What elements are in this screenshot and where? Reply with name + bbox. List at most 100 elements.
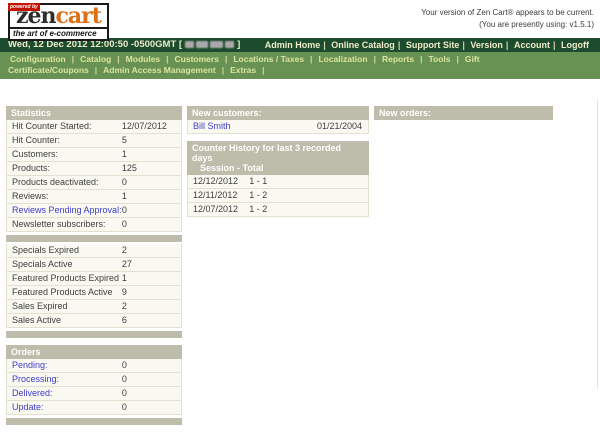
admin-dashboard: powered by zencart the art of e-commerce… xyxy=(0,0,600,443)
stat-label: Products: xyxy=(12,163,50,173)
counter-date: 12/12/2012 xyxy=(193,176,238,186)
order-row: Delivered:0 xyxy=(6,387,182,401)
datetime-text: Wed, 12 Dec 2012 12:00:50 -0500GMT xyxy=(8,40,176,51)
header-link-support-site[interactable]: Support Site xyxy=(406,40,460,50)
menu-separator: | xyxy=(166,54,168,64)
stat-row: Products deactivated:0 xyxy=(6,176,182,190)
counter-history-heading: Counter History for last 3 recorded days… xyxy=(187,141,369,175)
section-divider-bar xyxy=(6,235,182,242)
stat-row: Hit Counter Started: 12/07/2012 xyxy=(6,120,182,134)
customer-row: Bill Smith 01/21/2004 xyxy=(187,120,369,134)
orders-processing-link[interactable]: Processing: xyxy=(12,374,59,384)
new-customers-heading: New customers: xyxy=(187,106,369,120)
header-separator: | xyxy=(553,40,556,50)
stat-label: Specials Expired xyxy=(12,245,79,255)
stat-value: 0 xyxy=(122,206,127,215)
stat-label: Featured Products Active xyxy=(12,287,113,297)
counter-session-total: 1 - 2 xyxy=(249,205,267,214)
menu-item-locations-taxes[interactable]: Locations / Taxes xyxy=(233,54,304,64)
header-separator: | xyxy=(462,40,465,50)
menu-item-localization[interactable]: Localization xyxy=(318,54,367,64)
order-count: 0 xyxy=(122,361,127,370)
stat-value: 27 xyxy=(122,260,132,269)
stat-value: 1 xyxy=(122,274,127,283)
menu-item-extras[interactable]: Extras xyxy=(230,65,256,75)
menu-item-configuration[interactable]: Configuration xyxy=(10,54,66,64)
menu-item-customers[interactable]: Customers xyxy=(175,54,219,64)
new-orders-heading: New orders: xyxy=(374,106,553,120)
orders-pending-link[interactable]: Pending: xyxy=(12,360,48,370)
new-orders-box: New orders: xyxy=(374,106,553,120)
datetime-display: Wed, 12 Dec 2012 12:00:50 -0500GMT [] xyxy=(8,39,240,50)
content-right-border xyxy=(597,100,598,388)
statistics-column: Statistics Hit Counter Started: 12/07/201… xyxy=(6,106,182,432)
menu-item-catalog[interactable]: Catalog xyxy=(80,54,111,64)
order-row: Pending: 0 xyxy=(6,359,182,373)
header-separator: | xyxy=(506,40,509,50)
header-link-online-catalog[interactable]: Online Catalog xyxy=(331,40,395,50)
stat-value: 5 xyxy=(122,136,127,145)
counter-row: 12/11/20121 - 2 xyxy=(187,189,369,203)
menu-item-reports[interactable]: Reports xyxy=(382,54,414,64)
counter-row: 12/07/2012 1 - 2 xyxy=(187,203,369,217)
stat-value: 0 xyxy=(122,178,127,187)
menu-separator: | xyxy=(262,65,264,75)
header-link-account[interactable]: Account xyxy=(514,40,550,50)
stat-value: 1 xyxy=(122,150,127,159)
header-link-admin-home[interactable]: Admin Home xyxy=(265,40,321,50)
menu-separator: | xyxy=(457,54,459,64)
stat-label: Hit Counter Started: xyxy=(12,121,92,131)
menu-item-tools[interactable]: Tools xyxy=(428,54,450,64)
counter-date: 12/07/2012 xyxy=(193,204,238,214)
header-separator: | xyxy=(398,40,401,50)
stat-value: 1 xyxy=(122,192,127,201)
stat-value: 2 xyxy=(122,302,127,311)
reviews-pending-approval-link[interactable]: Reviews Pending Approval: xyxy=(12,205,122,215)
stat-label: Featured Products Expired xyxy=(12,273,119,283)
orders-box: Orders Pending: 0 Processing: 0 Delivered:… xyxy=(6,345,182,425)
counter-row: 12/12/20121 - 1 xyxy=(187,175,369,189)
menu-separator: | xyxy=(117,54,119,64)
stat-row: Customers:1 xyxy=(6,148,182,162)
top-bar: powered by zencart the art of e-commerce… xyxy=(0,0,600,38)
menu-separator: | xyxy=(310,54,312,64)
order-count: 0 xyxy=(122,375,127,384)
version-notice-line1: Your version of Zen Cart® appears to be … xyxy=(421,7,594,19)
stat-label: Sales Active xyxy=(12,315,61,325)
header-link-logoff[interactable]: Logoff xyxy=(561,40,589,50)
stat-row: Newsletter subscribers:0 xyxy=(6,218,182,232)
bracket-open: [ xyxy=(179,40,182,51)
stat-value: 6 xyxy=(122,316,127,325)
menu-separator: | xyxy=(72,54,74,64)
orders-delivered-link[interactable]: Delivered: xyxy=(12,388,53,398)
logo-cart: cart xyxy=(56,3,101,29)
counter-history-box: Counter History for last 3 recorded days… xyxy=(187,141,369,217)
header-separator: | xyxy=(323,40,326,50)
stat-row: Featured Products Active9 xyxy=(6,286,182,300)
stat-label: Reviews: xyxy=(12,191,49,201)
stat-row: Reviews Pending Approval:0 xyxy=(6,204,182,218)
stat-label: Newsletter subscribers: xyxy=(12,219,106,229)
new-orders-column: New orders: xyxy=(374,106,553,127)
stat-row: Specials Active27 xyxy=(6,258,182,272)
stat-value: 12/07/2012 xyxy=(122,122,167,131)
stat-row: Featured Products Expired1 xyxy=(6,272,182,286)
menu-item-modules[interactable]: Modules xyxy=(126,54,160,64)
stat-value: 2 xyxy=(122,246,127,255)
header-link-version[interactable]: Version xyxy=(470,40,503,50)
stat-row: Hit Counter:5 xyxy=(6,134,182,148)
section-end-bar xyxy=(6,331,182,338)
customers-column: New customers: Bill Smith 01/21/2004 Coun… xyxy=(187,106,369,224)
orders-update-link[interactable]: Update: xyxy=(12,402,44,412)
version-notice-line2: (You are presently using: v1.5.1) xyxy=(421,19,594,31)
menu-item-admin-access-management[interactable]: Admin Access Management xyxy=(103,65,216,75)
counter-session-total: 1 - 2 xyxy=(249,191,267,200)
powered-by-badge: powered by xyxy=(8,3,40,11)
statistics-heading: Statistics xyxy=(6,106,182,120)
customer-date: 01/21/2004 xyxy=(317,122,362,131)
header-links: Admin Home| Online Catalog| Support Site… xyxy=(262,40,592,50)
section-end-bar xyxy=(6,418,182,425)
zen-cart-logo[interactable]: powered by zencart the art of e-commerce xyxy=(8,3,109,41)
orders-heading: Orders xyxy=(6,345,182,359)
customer-name-link[interactable]: Bill Smith xyxy=(193,121,231,131)
